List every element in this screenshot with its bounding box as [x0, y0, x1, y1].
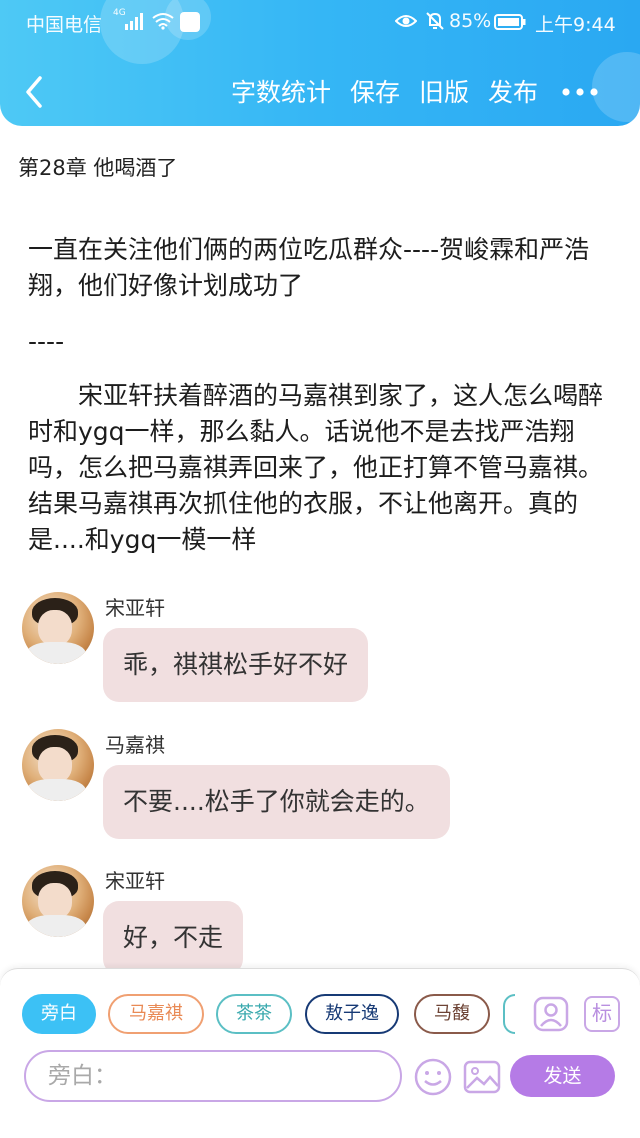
old-version-button[interactable]: 旧版 [419, 76, 469, 110]
narration-paragraph: 宋亚轩扶着醉酒的马嘉祺到家了，这人怎么喝醉时和ygq一样，那么黏人。话说他不是去… [28, 381, 604, 554]
add-role-icon[interactable] [533, 996, 569, 1032]
app-notification-icon [180, 12, 200, 32]
message-bubble[interactable]: 不要....松手了你就会走的。 [103, 765, 450, 839]
role-chip-narrator[interactable]: 旁白 [22, 994, 96, 1034]
role-chip-chacha[interactable]: 茶茶 [216, 994, 292, 1034]
save-button[interactable]: 保存 [350, 76, 400, 110]
publish-button[interactable]: 发布 [488, 76, 538, 110]
avatar-face [38, 747, 72, 783]
toolbar: 字数统计 保存 旧版 发布 [0, 60, 640, 126]
avatar-body [26, 915, 86, 937]
send-button[interactable]: 发送 [510, 1055, 615, 1097]
back-arrow-icon[interactable] [20, 72, 50, 112]
avatar-face [38, 610, 72, 646]
emoji-icon[interactable] [414, 1058, 452, 1096]
app-header: 中国电信 4G 85% 上午9:44 字数统计 保存 旧版 发布 [0, 0, 640, 126]
signal-icon [125, 13, 143, 30]
message-bubble[interactable]: 好，不走 [103, 901, 244, 975]
image-icon[interactable] [463, 1058, 501, 1096]
speaker-name: 宋亚轩 [105, 596, 165, 620]
avatar[interactable] [22, 592, 94, 664]
message-bubble[interactable]: 乖，祺祺松手好不好 [103, 628, 369, 702]
toolbar-actions: 字数统计 保存 旧版 发布 [231, 76, 538, 110]
avatar-body [26, 642, 86, 664]
avatar[interactable] [22, 729, 94, 801]
more-options-icon[interactable] [560, 82, 600, 102]
speaker-name: 马嘉祺 [105, 733, 165, 757]
avatar[interactable] [22, 865, 94, 937]
speaker-name: 宋亚轩 [105, 869, 165, 893]
role-chip-partial[interactable] [503, 994, 515, 1034]
avatar-face [38, 883, 72, 919]
word-count-button[interactable]: 字数统计 [231, 76, 331, 110]
message-input[interactable]: 旁白： [24, 1050, 402, 1102]
battery-percent: 85% [449, 10, 492, 32]
mark-icon[interactable]: 标 [584, 996, 620, 1032]
battery-icon [494, 14, 526, 30]
status-bar: 中国电信 4G 85% 上午9:44 [0, 0, 640, 44]
role-chip-ma-jiaqi[interactable]: 马嘉祺 [108, 994, 204, 1034]
avatar-body [26, 779, 86, 801]
mute-bell-icon [426, 12, 444, 30]
clock: 上午9:44 [535, 14, 616, 36]
role-chip-ao-ziyi[interactable]: 敖子逸 [305, 994, 399, 1034]
chapter-title: 第28章 他喝酒了 [18, 156, 178, 180]
narration-separator: ---- [28, 327, 65, 356]
carrier-label: 中国电信 [26, 14, 103, 36]
role-chip-ma-fu[interactable]: 马馥 [414, 994, 490, 1034]
eye-icon [395, 15, 417, 27]
wifi-icon [152, 13, 174, 30]
narration-paragraph: 一直在关注他们俩的两位吃瓜群众----贺峻霖和严浩翔，他们好像计划成功了 [28, 235, 590, 300]
